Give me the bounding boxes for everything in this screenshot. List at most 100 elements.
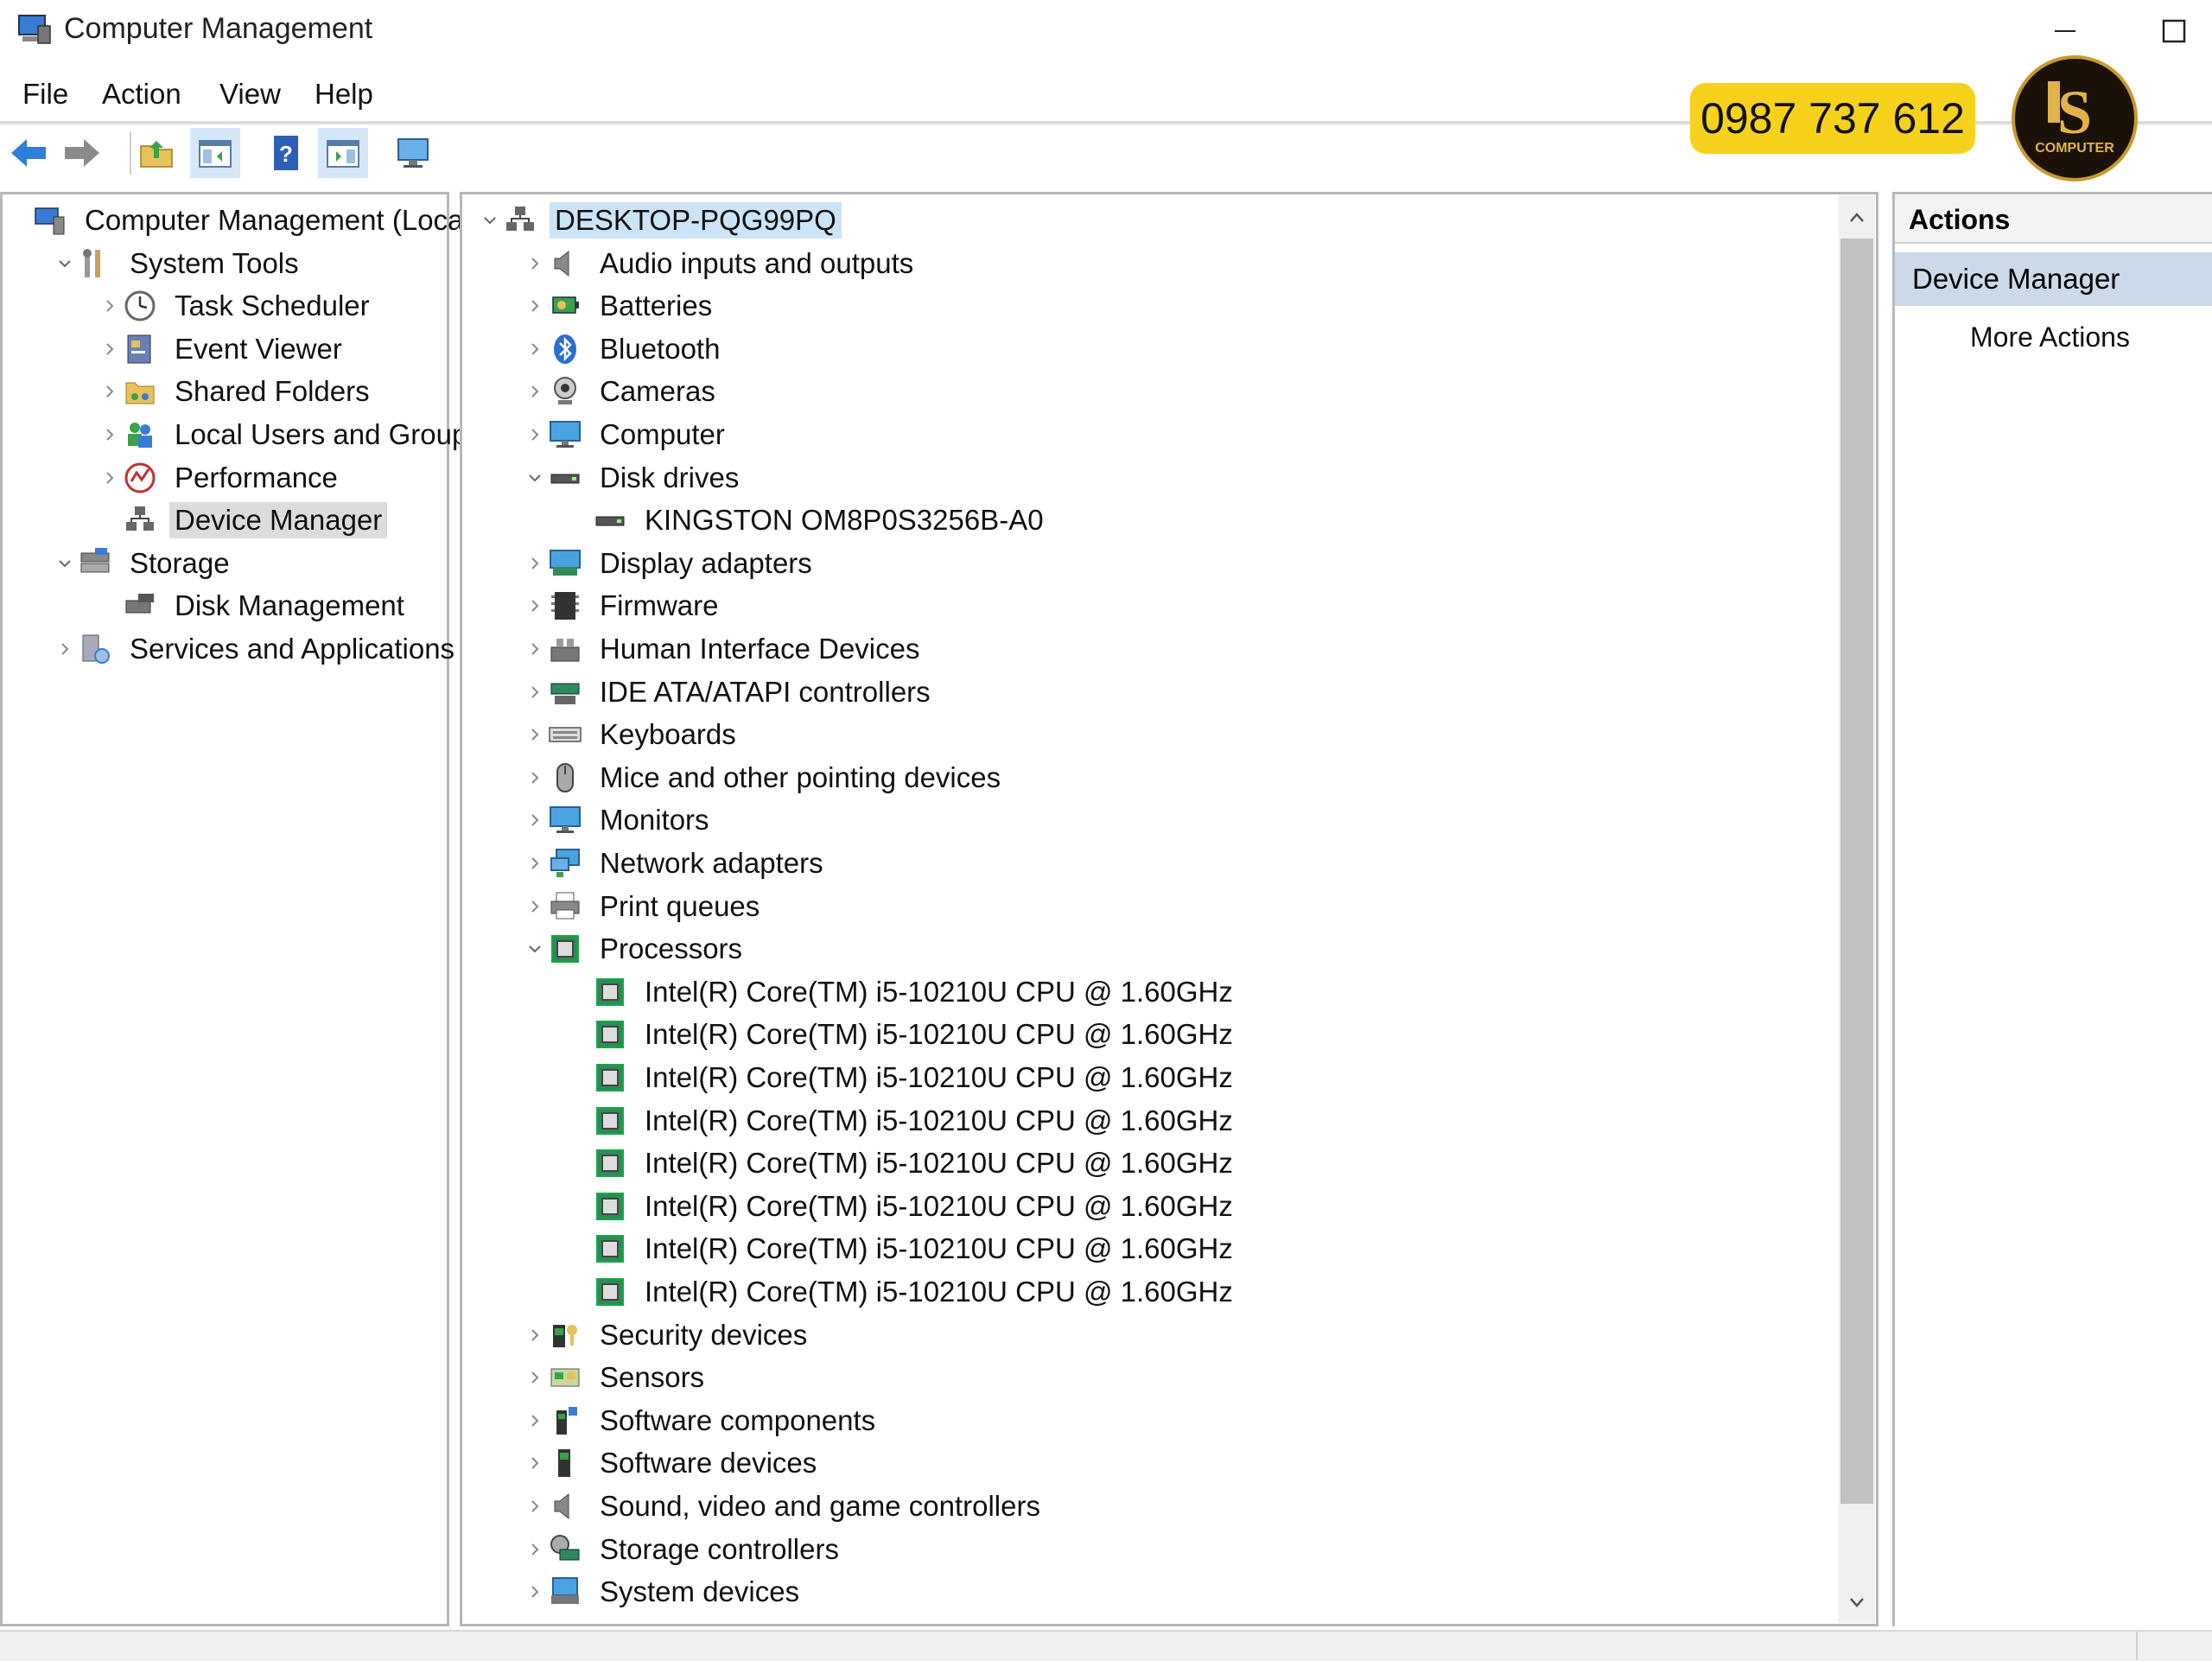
expand-toggle[interactable] xyxy=(522,550,548,576)
expand-toggle[interactable] xyxy=(522,936,548,962)
device-tree-item[interactable]: Sound, video and game controllers xyxy=(522,1486,1046,1527)
scroll-down-button[interactable] xyxy=(1839,1585,1875,1620)
expand-toggle[interactable] xyxy=(522,379,548,404)
expand-toggle[interactable] xyxy=(522,1579,548,1605)
device-tree-item[interactable]: Intel(R) Core(TM) i5-10210U CPU @ 1.60GH… xyxy=(567,1100,1238,1142)
expand-toggle[interactable] xyxy=(522,636,548,662)
expand-toggle[interactable] xyxy=(97,336,123,362)
scroll-up-button[interactable] xyxy=(1839,200,1875,235)
show-hide-console-tree-button[interactable] xyxy=(190,128,240,178)
device-tree-item[interactable]: Storage controllers xyxy=(522,1529,844,1570)
device-tree-item[interactable]: Human Interface Devices xyxy=(522,628,925,670)
device-tree-item[interactable]: Print queues xyxy=(522,886,765,927)
device-tree-item[interactable]: System devices xyxy=(522,1571,804,1613)
device-tree-item[interactable]: Display adapters xyxy=(522,543,817,584)
expand-toggle[interactable] xyxy=(522,765,548,791)
console-tree-item[interactable]: Device Manager xyxy=(97,500,388,541)
console-tree-item[interactable]: Services and Applications xyxy=(52,628,460,670)
device-tree-item[interactable]: Network adapters xyxy=(522,843,829,884)
expand-toggle[interactable] xyxy=(97,379,123,404)
device-tree-item[interactable]: Computer xyxy=(522,414,730,455)
device-tree-item[interactable]: Keyboards xyxy=(522,714,741,755)
expand-toggle[interactable] xyxy=(522,336,548,362)
minimize-button[interactable] xyxy=(2048,14,2082,48)
expand-toggle[interactable] xyxy=(52,636,78,662)
expand-toggle[interactable] xyxy=(522,422,548,448)
console-tree-item[interactable]: Local Users and Groups xyxy=(97,414,487,455)
console-tree-item[interactable]: System Tools xyxy=(52,243,304,284)
expand-toggle[interactable] xyxy=(97,422,123,448)
expand-toggle[interactable] xyxy=(522,1537,548,1562)
device-tree-item[interactable]: Firmware xyxy=(522,585,724,627)
help-button[interactable]: ? xyxy=(261,128,311,178)
device-tree-item[interactable]: Security devices xyxy=(522,1314,812,1356)
more-actions-link[interactable]: More Actions xyxy=(1970,321,2130,353)
maximize-button[interactable] xyxy=(2157,14,2191,48)
back-button[interactable] xyxy=(3,128,54,178)
device-tree-item[interactable]: Bluetooth xyxy=(522,328,725,370)
scrollbar-thumb[interactable] xyxy=(1840,239,1873,1504)
device-tree-item[interactable]: Intel(R) Core(TM) i5-10210U CPU @ 1.60GH… xyxy=(567,1057,1238,1098)
device-tree-item[interactable]: Disk drives xyxy=(522,457,744,499)
device-tree-item[interactable]: Processors xyxy=(522,928,747,970)
expand-toggle[interactable] xyxy=(522,1493,548,1519)
device-tree-item[interactable]: Audio inputs and outputs xyxy=(522,243,918,284)
scan-hardware-button[interactable] xyxy=(389,128,439,178)
expand-toggle[interactable] xyxy=(522,293,548,319)
device-tree-item[interactable]: Intel(R) Core(TM) i5-10210U CPU @ 1.60GH… xyxy=(567,1186,1238,1227)
expand-toggle[interactable] xyxy=(522,894,548,920)
expand-toggle[interactable] xyxy=(522,722,548,748)
menu-file[interactable]: File xyxy=(22,78,68,111)
console-tree-item[interactable]: Storage xyxy=(52,543,235,584)
console-tree-item[interactable]: Disk Management xyxy=(97,585,410,627)
desktop-icon xyxy=(503,203,537,238)
up-folder-button[interactable] xyxy=(131,128,181,178)
expand-toggle[interactable] xyxy=(97,293,123,319)
device-tree-item[interactable]: IDE ATA/ATAPI controllers xyxy=(522,671,936,713)
expand-toggle[interactable] xyxy=(522,1365,548,1391)
device-tree-item[interactable]: Intel(R) Core(TM) i5-10210U CPU @ 1.60GH… xyxy=(567,1271,1238,1313)
show-hide-action-pane-button[interactable] xyxy=(318,128,368,178)
device-tree-item[interactable]: Software components xyxy=(522,1400,880,1441)
expand-toggle[interactable] xyxy=(522,807,548,833)
expand-toggle[interactable] xyxy=(522,1408,548,1434)
expand-toggle[interactable] xyxy=(52,251,78,277)
device-tree-item[interactable]: Mice and other pointing devices xyxy=(522,757,1006,799)
menu-view[interactable]: View xyxy=(219,78,281,111)
chevron-right-icon xyxy=(106,429,114,441)
forward-button[interactable] xyxy=(57,128,107,178)
device-tree-item[interactable]: Intel(R) Core(TM) i5-10210U CPU @ 1.60GH… xyxy=(567,1014,1238,1055)
console-tree-item[interactable]: Performance xyxy=(97,457,343,499)
console-tree-item-label: Computer Management (Local) xyxy=(85,204,480,236)
device-tree-item[interactable]: Batteries xyxy=(522,285,717,327)
menu-action[interactable]: Action xyxy=(102,78,181,111)
device-tree-item[interactable]: Software devices xyxy=(522,1442,822,1484)
expand-toggle[interactable] xyxy=(522,593,548,619)
speaker-icon xyxy=(548,246,582,281)
device-tree-item-label: Disk drives xyxy=(600,461,740,493)
expand-toggle[interactable] xyxy=(522,1322,548,1348)
expand-toggle[interactable] xyxy=(522,850,548,876)
actions-device-manager[interactable]: Device Manager xyxy=(1895,252,2212,306)
device-tree-item[interactable]: Intel(R) Core(TM) i5-10210U CPU @ 1.60GH… xyxy=(567,971,1238,1013)
device-tree-item[interactable]: Cameras xyxy=(522,371,721,412)
expand-toggle[interactable] xyxy=(97,465,123,491)
console-tree-item[interactable]: Task Scheduler xyxy=(97,285,375,327)
device-tree-item[interactable]: KINGSTON OM8P0S3256B-A0 xyxy=(567,500,1049,541)
menu-help[interactable]: Help xyxy=(315,78,373,111)
expand-toggle[interactable] xyxy=(477,207,503,233)
device-tree-item[interactable]: Sensors xyxy=(522,1357,709,1398)
device-tree-item[interactable]: Monitors xyxy=(522,799,715,841)
console-tree-item[interactable]: Event Viewer xyxy=(97,328,347,370)
expand-toggle[interactable] xyxy=(522,679,548,705)
device-tree-item[interactable]: DESKTOP-PQG99PQ xyxy=(477,200,842,241)
device-tree-item[interactable]: Intel(R) Core(TM) i5-10210U CPU @ 1.60GH… xyxy=(567,1142,1238,1184)
expand-toggle[interactable] xyxy=(522,465,548,491)
console-tree-item[interactable]: Shared Folders xyxy=(97,371,375,412)
console-tree-item[interactable]: Computer Management (Local) xyxy=(7,200,485,241)
device-tree-item[interactable]: Intel(R) Core(TM) i5-10210U CPU @ 1.60GH… xyxy=(567,1228,1238,1270)
expand-toggle[interactable] xyxy=(522,1450,548,1476)
expand-toggle[interactable] xyxy=(522,251,548,277)
expand-toggle[interactable] xyxy=(52,550,78,576)
performance-icon xyxy=(123,461,157,495)
